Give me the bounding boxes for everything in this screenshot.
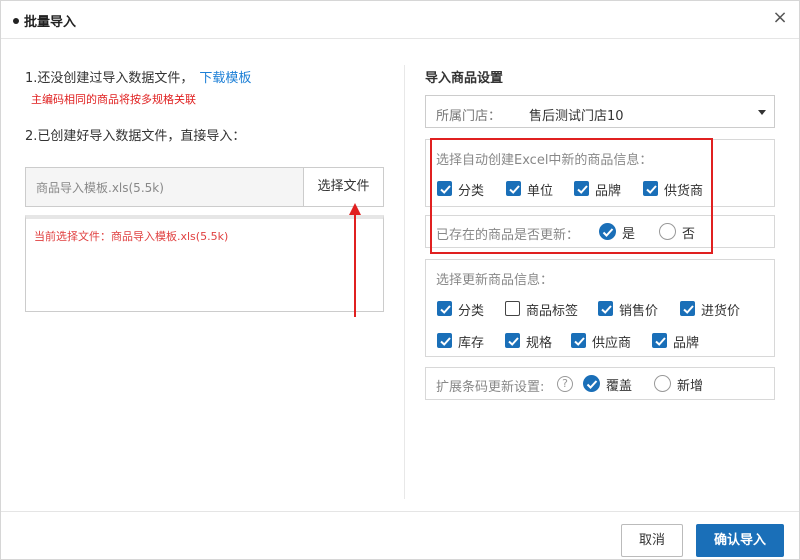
confirm-import-button[interactable]: 确认导入: [696, 524, 784, 557]
update-checkbox-spec[interactable]: 规格: [505, 332, 567, 351]
checkbox-checked-icon: [643, 181, 658, 196]
radio-unchecked-icon: [654, 375, 671, 392]
auto-create-label: 选择自动创建Excel中新的商品信息：: [436, 153, 653, 168]
radio-label: 是: [622, 227, 636, 242]
update-info-group: 选择更新商品信息： 分类 商品标签 销售价 进货价 库存 规格 供应商 品牌: [425, 259, 775, 357]
radio-checked-icon: [599, 223, 616, 240]
checkbox-label: 分类: [458, 304, 485, 319]
checkbox-label: 销售价: [619, 304, 659, 319]
barcode-update-label: 扩展条码更新设置:: [436, 380, 545, 395]
checkbox-label: 分类: [458, 184, 485, 199]
file-input: 商品导入模板.xls(5.5k) 选择文件: [25, 167, 384, 207]
current-file-text: 当前选择文件：商品导入模板.xls(5.5k): [34, 230, 229, 243]
checkbox-label: 品牌: [673, 336, 700, 351]
update-checkbox-product-tag[interactable]: 商品标签: [505, 300, 589, 319]
checkbox-checked-icon: [598, 301, 613, 316]
checkbox-checked-icon: [652, 333, 667, 348]
panel-divider: [404, 65, 405, 499]
barcode-radio-add[interactable]: 新增: [654, 375, 714, 394]
right-panel: 导入商品设置 所属门店： 售后测试门店10 选择自动创建Excel中新的商品信息…: [425, 39, 777, 499]
update-checkbox-purchase-price[interactable]: 进货价: [680, 300, 752, 319]
radio-label: 否: [682, 227, 696, 242]
dialog-footer: 取消 确认导入: [1, 511, 799, 559]
store-value: 售后测试门店10: [529, 109, 624, 124]
left-panel: 1.还没创建过导入数据文件， 下载模板 主编码相同的商品将按多规格关联 2.已创建…: [25, 39, 385, 499]
update-checkbox-sale-price[interactable]: 销售价: [598, 300, 670, 319]
auto-create-group: 选择自动创建Excel中新的商品信息： 分类 单位 品牌 供货商: [425, 139, 775, 207]
update-existing-radio-no[interactable]: 否: [659, 223, 704, 242]
close-icon[interactable]: ×: [771, 9, 789, 27]
checkbox-checked-icon: [437, 301, 452, 316]
radio-label: 新增: [677, 379, 704, 394]
checkbox-checked-icon: [437, 181, 452, 196]
file-name: 商品导入模板.xls(5.5k): [36, 181, 164, 195]
auto-create-checkbox-unit[interactable]: 单位: [506, 180, 568, 199]
barcode-radio-overwrite[interactable]: 覆盖: [583, 375, 643, 394]
auto-create-checkbox-brand[interactable]: 品牌: [574, 180, 636, 199]
checkbox-checked-icon: [437, 333, 452, 348]
checkbox-checked-icon: [506, 181, 521, 196]
step1-text: 1.还没创建过导入数据文件，: [25, 71, 194, 86]
radio-label: 覆盖: [606, 379, 633, 394]
update-info-label: 选择更新商品信息：: [436, 273, 554, 288]
barcode-update-group: 扩展条码更新设置: ? 覆盖 新增: [425, 367, 775, 400]
radio-unchecked-icon: [659, 223, 676, 240]
checkbox-label: 规格: [526, 336, 553, 351]
batch-import-dialog: 批量导入 × 1.还没创建过导入数据文件， 下载模板 主编码相同的商品将按多规格关…: [0, 0, 800, 560]
checkbox-label: 进货价: [701, 304, 741, 319]
step1-line: 1.还没创建过导入数据文件， 下载模板: [25, 67, 251, 86]
dialog-titlebar: 批量导入 ×: [1, 1, 799, 39]
current-file-panel: 当前选择文件：商品导入模板.xls(5.5k): [25, 215, 384, 312]
dialog-title: 批量导入: [13, 11, 76, 30]
update-existing-group: 已存在的商品是否更新： 是 否: [425, 215, 775, 248]
store-select[interactable]: 所属门店： 售后测试门店10: [425, 95, 775, 128]
checkbox-checked-icon: [571, 333, 586, 348]
checkbox-checked-icon: [505, 333, 520, 348]
warning-text: 主编码相同的商品将按多规格关联: [31, 93, 196, 106]
checkbox-label: 商品标签: [526, 304, 579, 319]
cancel-button[interactable]: 取消: [621, 524, 683, 557]
update-checkbox-brand[interactable]: 品牌: [652, 332, 714, 351]
help-icon[interactable]: ?: [557, 376, 573, 392]
store-label: 所属门店：: [436, 109, 502, 124]
update-checkbox-category[interactable]: 分类: [437, 300, 499, 319]
checkbox-checked-icon: [574, 181, 589, 196]
checkbox-label: 供货商: [664, 184, 704, 199]
annotation-arrow-icon: [349, 203, 361, 317]
auto-create-checkbox-category[interactable]: 分类: [437, 180, 499, 199]
checkbox-unchecked-icon: [505, 301, 520, 316]
download-template-link[interactable]: 下载模板: [199, 71, 251, 86]
checkbox-label: 供应商: [592, 336, 632, 351]
update-existing-radio-yes[interactable]: 是: [599, 223, 644, 242]
settings-title: 导入商品设置: [425, 71, 504, 86]
checkbox-checked-icon: [680, 301, 695, 316]
auto-create-checkbox-supplier[interactable]: 供货商: [643, 180, 715, 199]
radio-checked-icon: [583, 375, 600, 392]
dialog-title-text: 批量导入: [24, 15, 77, 30]
checkbox-label: 品牌: [595, 184, 622, 199]
step2-text: 2.已创建好导入数据文件，直接导入：: [25, 129, 246, 144]
caret-down-icon: [758, 110, 766, 115]
checkbox-label: 库存: [458, 336, 485, 351]
update-checkbox-supplier[interactable]: 供应商: [571, 332, 643, 351]
update-checkbox-stock[interactable]: 库存: [437, 332, 499, 351]
bullet-icon: [13, 17, 19, 24]
checkbox-label: 单位: [527, 184, 554, 199]
update-existing-label: 已存在的商品是否更新：: [436, 228, 580, 243]
